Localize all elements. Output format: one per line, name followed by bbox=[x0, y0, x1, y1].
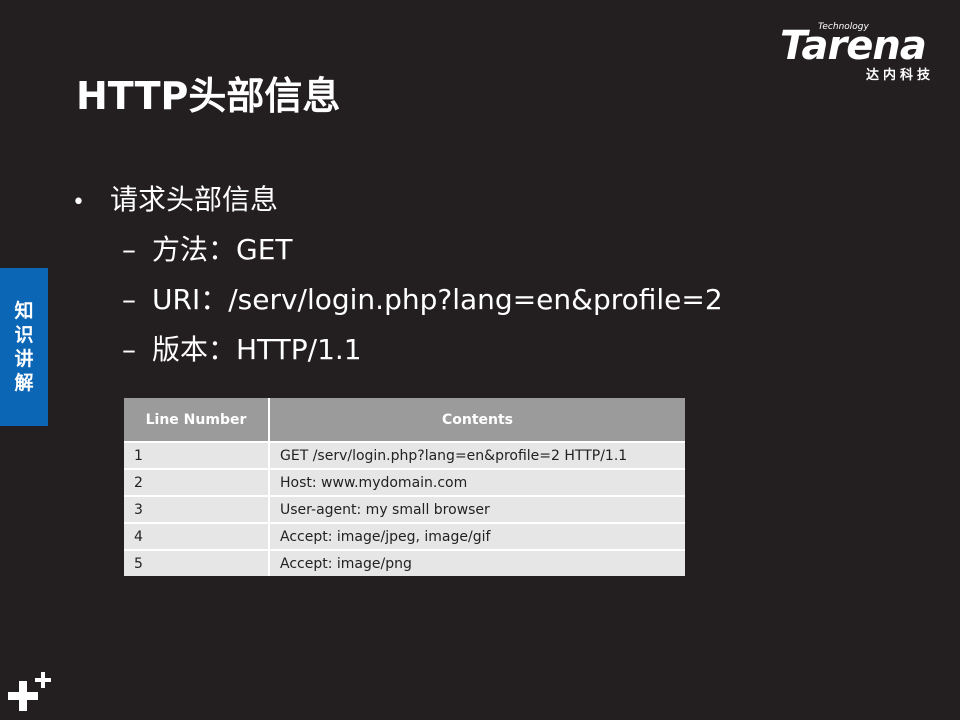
line-number-cell: 5 bbox=[124, 549, 270, 576]
contents-cell: Accept: image/png bbox=[269, 549, 685, 576]
tarena-logo: Technology Tarena 达内科技 bbox=[780, 22, 950, 84]
contents-cell: Accept: image/jpeg, image/gif bbox=[269, 522, 685, 550]
sub-item-text: URI：/serv/login.php?lang=en&profile=2 bbox=[152, 283, 723, 316]
line-number-cell: 2 bbox=[124, 468, 270, 496]
line-number-cell: 1 bbox=[124, 441, 270, 469]
line-number-cell: 4 bbox=[124, 522, 270, 550]
contents-cell: GET /serv/login.php?lang=en&profile=2 HT… bbox=[269, 441, 685, 469]
side-tab-knowledge[interactable]: 知 识 讲 解 bbox=[0, 268, 48, 426]
table-header-row: Line Number Contents bbox=[124, 398, 685, 442]
sub-item-method: – 方法：GET bbox=[122, 230, 293, 270]
http-header-table: Line Number Contents 1 GET /serv/login.p… bbox=[124, 398, 685, 576]
contents-cell: Host: www.mydomain.com bbox=[269, 468, 685, 496]
table-row: 4 Accept: image/jpeg, image/gif bbox=[124, 522, 685, 550]
column-header-contents: Contents bbox=[269, 398, 685, 442]
sub-item-text: 方法：GET bbox=[152, 233, 293, 266]
side-tab-char: 解 bbox=[14, 372, 34, 394]
side-tab-char: 识 bbox=[14, 324, 34, 346]
line-number-cell: 3 bbox=[124, 495, 270, 523]
bullet-dot: • bbox=[72, 190, 85, 215]
dash: – bbox=[122, 233, 136, 266]
sub-item-uri: – URI：/serv/login.php?lang=en&profile=2 bbox=[122, 280, 723, 320]
logo-wordmark: Tarena bbox=[780, 23, 927, 69]
sub-item-text: 版本：HTTP/1.1 bbox=[152, 333, 362, 366]
logo-chinese-name: 达内科技 bbox=[866, 68, 935, 83]
table-row: 5 Accept: image/png bbox=[124, 549, 685, 576]
table-row: 2 Host: www.mydomain.com bbox=[124, 468, 685, 496]
plus-icon bbox=[8, 672, 51, 711]
column-header-line-number: Line Number bbox=[124, 398, 270, 442]
bullet-item: • 请求头部信息 bbox=[72, 180, 278, 223]
dash: – bbox=[122, 283, 136, 316]
table-row: 1 GET /serv/login.php?lang=en&profile=2 … bbox=[124, 441, 685, 469]
table-row: 3 User-agent: my small browser bbox=[124, 495, 685, 523]
side-tab-char: 知 bbox=[14, 300, 34, 322]
bullet-text: 请求头部信息 bbox=[110, 183, 279, 216]
side-tab-char: 讲 bbox=[14, 348, 34, 370]
contents-cell: User-agent: my small browser bbox=[269, 495, 685, 523]
sub-item-version: – 版本：HTTP/1.1 bbox=[122, 330, 362, 370]
dash: – bbox=[122, 333, 136, 366]
page-title: HTTP头部信息 bbox=[76, 74, 341, 118]
